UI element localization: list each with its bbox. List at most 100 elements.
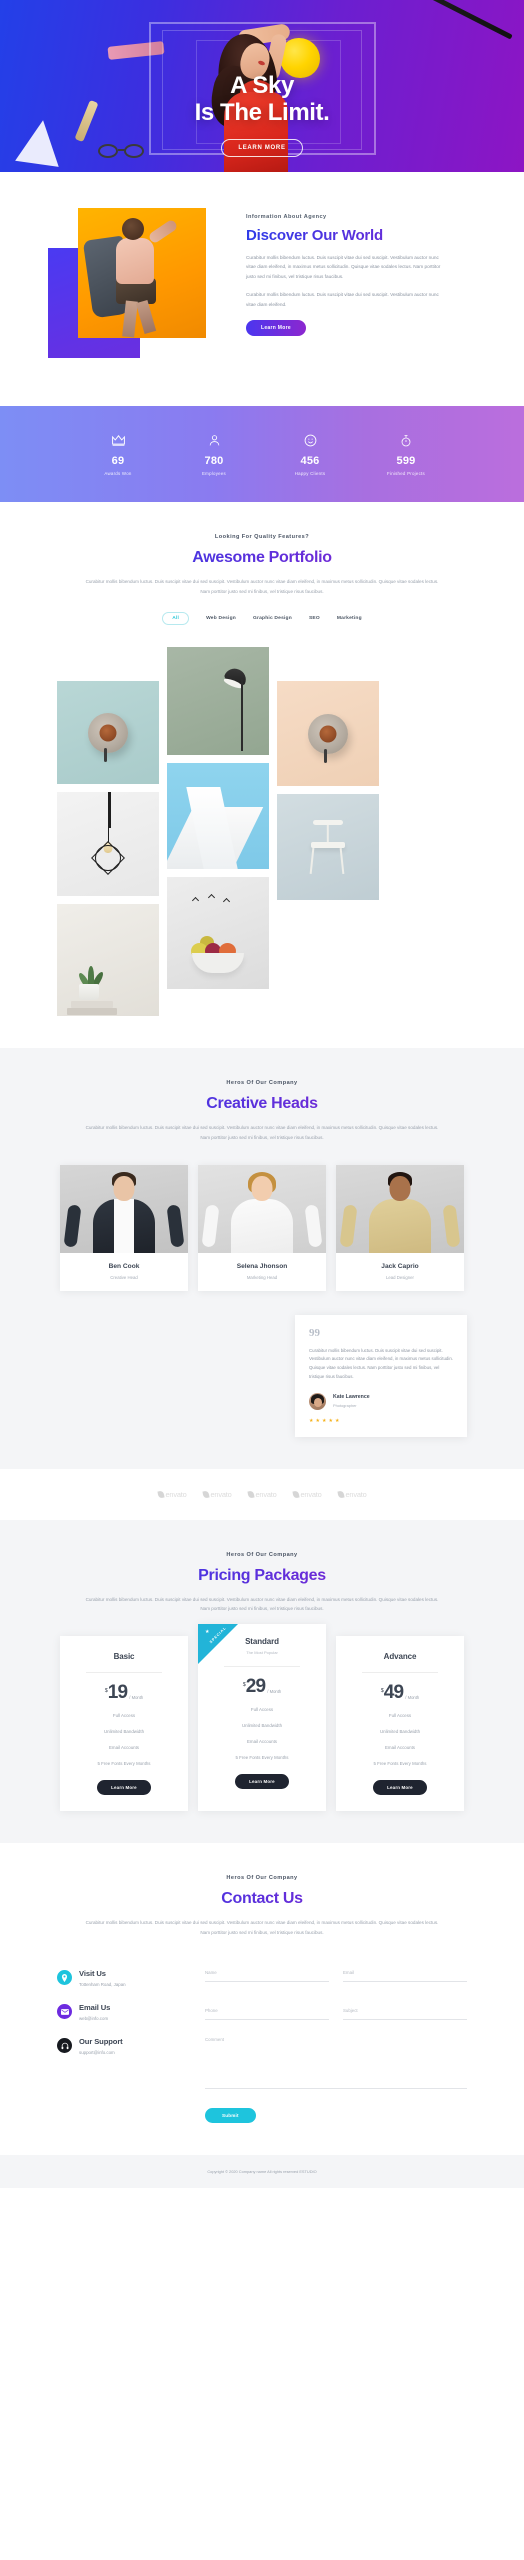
pricing-section: Heros Of Our Company Pricing Packages Cu… [0, 1519, 524, 1844]
name-input[interactable] [205, 1970, 329, 1983]
brand-logo: envato [156, 1489, 187, 1499]
stat-item-employees: 780 Employees [166, 432, 262, 476]
portfolio-filter-seo[interactable]: SEO [309, 616, 320, 621]
portfolio-filter-marketing[interactable]: Marketing [337, 616, 362, 621]
phone-input[interactable] [205, 2008, 329, 2021]
contact-body: Visit Us Tottenham Road, Japan Email Us … [57, 1961, 467, 2124]
contact-heading: Contact Us [82, 1890, 442, 1908]
pricing-plan-advance[interactable]: Advance $ 49 / Month Full Access Unlimit… [336, 1636, 464, 1812]
stat-item-clients: 456 Happy Clients [262, 432, 358, 476]
comment-field-wrap [205, 2037, 467, 2094]
stat-value: 69 [111, 455, 125, 467]
contact-info-title: Our Support [79, 2037, 123, 2047]
quote-icon: 99 [309, 1326, 320, 1339]
footer: Copyright © 2020 Company name All rights… [0, 2155, 524, 2189]
envato-leaf-icon [201, 1490, 210, 1499]
stat-label: Happy Clients [294, 471, 326, 476]
contact-info-detail: support@info.com [79, 2050, 115, 2056]
portfolio-item-pendant-lamp[interactable] [57, 792, 159, 897]
pricing-paragraph: Curabitur mollis bibendum luctus. Duis s… [85, 1596, 439, 1612]
stats-section: 69 Awards Won 780 Employees 456 Happy Cl… [0, 406, 524, 502]
brand-name: envato [300, 1489, 322, 1499]
star-icon: ★ [205, 1629, 210, 1636]
contact-info-list: Visit Us Tottenham Road, Japan Email Us … [57, 1961, 189, 2123]
brand-name: envato [165, 1489, 187, 1499]
plan-learn-more-button[interactable]: Learn More [235, 1774, 289, 1790]
comment-textarea[interactable] [205, 2037, 467, 2090]
stat-label: Finished Projects [387, 471, 425, 476]
team-member-photo [198, 1164, 326, 1253]
envato-leaf-icon [246, 1490, 255, 1499]
landing-page: A Sky Is The Limit. LEARN MORE Informati… [0, 0, 524, 2189]
discover-learn-more-button[interactable]: Learn More [246, 320, 306, 337]
pricing-eyebrow: Heros Of Our Company [226, 1551, 298, 1558]
pricing-plan-list: Basic $ 19 / Month Full Access Unlimited… [57, 1624, 467, 1812]
contact-info-visit: Visit Us Tottenham Road, Japan [57, 1969, 189, 1987]
portfolio-item-architecture[interactable] [167, 763, 269, 870]
stopwatch-icon [358, 432, 454, 449]
plan-period: / Month [129, 1695, 144, 1701]
star-icon: ★ [309, 1417, 314, 1424]
portfolio-item-coffee-mug[interactable] [277, 681, 379, 787]
portfolio-item-coffee-cup-top[interactable] [57, 681, 159, 785]
pricing-plan-basic[interactable]: Basic $ 19 / Month Full Access Unlimited… [60, 1636, 188, 1812]
plan-feature: Full Access [112, 1713, 136, 1719]
team-member-card[interactable]: Ben Cook Creative Head [60, 1164, 188, 1291]
discover-paragraph-2: Curabitur mollis bibendum luctus. Duis s… [246, 292, 439, 307]
discover-photo [78, 208, 206, 338]
team-member-card[interactable]: Jack Caprio Lead Designer [336, 1164, 464, 1291]
divider [86, 1672, 162, 1674]
testimonial-author: Kate Lawrence [333, 1394, 370, 1401]
discover-text-group: Information About Agency Discover Our Wo… [230, 208, 448, 368]
divider [224, 1666, 300, 1668]
team-member-role: Lead Designer [386, 1274, 414, 1280]
smile-icon [262, 432, 358, 449]
testimonial-text: Curabitur mollis bibendum luctus. Duis s… [309, 1347, 453, 1379]
portfolio-item-plant-books[interactable] [57, 904, 159, 1017]
divider [362, 1672, 438, 1674]
plan-name: Advance [383, 1652, 417, 1662]
special-ribbon [198, 1624, 238, 1665]
plan-price: $ 19 / Month [72, 1683, 176, 1702]
portfolio-filter-graphic-design[interactable]: Graphic Design [253, 616, 292, 621]
discover-image-group [48, 208, 230, 368]
stat-item-awards: 69 Awards Won [70, 432, 166, 476]
name-field-wrap [205, 1961, 329, 1983]
subject-field-wrap [343, 1999, 467, 2021]
email-input[interactable] [343, 1970, 467, 1983]
plan-feature: Unlimited Bandwidth [379, 1729, 421, 1735]
pricing-plan-standard[interactable]: ★ SPECIAL Standard The Most Popular $ 29… [198, 1624, 326, 1812]
plan-learn-more-button[interactable]: Learn More [373, 1780, 427, 1796]
brand-logo: envato [246, 1489, 277, 1499]
testimonial-role: Photographer [333, 1403, 357, 1409]
portfolio-item-fruit-bowl[interactable] [167, 877, 269, 990]
portfolio-filter-all[interactable]: All [162, 612, 190, 626]
plan-feature: 5 Free Fonts Every Months [97, 1761, 151, 1767]
brand-name: envato [255, 1489, 277, 1499]
stat-value: 456 [300, 455, 320, 467]
portfolio-item-floor-lamp[interactable] [167, 647, 269, 756]
portfolio-filter-web-design[interactable]: Web Design [206, 616, 236, 621]
contact-info-title: Visit Us [79, 1969, 106, 1979]
subject-input[interactable] [343, 2008, 467, 2021]
testimonial-area: 99 Curabitur mollis bibendum luctus. Dui… [57, 1314, 467, 1437]
team-header: Heros Of Our Company Creative Heads Cura… [82, 1080, 442, 1142]
team-member-card[interactable]: Selena Jhonson Marketing Head [198, 1164, 326, 1291]
discover-section: Information About Agency Discover Our Wo… [0, 172, 524, 406]
star-icon: ★ [315, 1417, 320, 1424]
contact-info-detail: Tottenham Road, Japan [79, 1982, 126, 1988]
star-icon: ★ [328, 1417, 333, 1424]
team-heading: Creative Heads [82, 1095, 442, 1113]
contact-form: Submit [205, 1961, 467, 2124]
submit-button[interactable]: Submit [205, 2108, 256, 2124]
pencil-decoration [405, 0, 513, 40]
portfolio-item-white-chair[interactable] [277, 794, 379, 901]
plan-learn-more-button[interactable]: Learn More [97, 1780, 151, 1796]
team-member-role: Marketing Head [246, 1274, 278, 1280]
testimonial-card: 99 Curabitur mollis bibendum luctus. Dui… [295, 1314, 467, 1437]
hero-cta-button[interactable]: LEARN MORE [221, 138, 303, 157]
envato-leaf-icon [291, 1490, 300, 1499]
plan-feature: 5 Free Fonts Every Months [235, 1755, 289, 1761]
hero-title-line1: A Sky [230, 72, 294, 99]
team-member-role: Creative Head [110, 1274, 138, 1280]
